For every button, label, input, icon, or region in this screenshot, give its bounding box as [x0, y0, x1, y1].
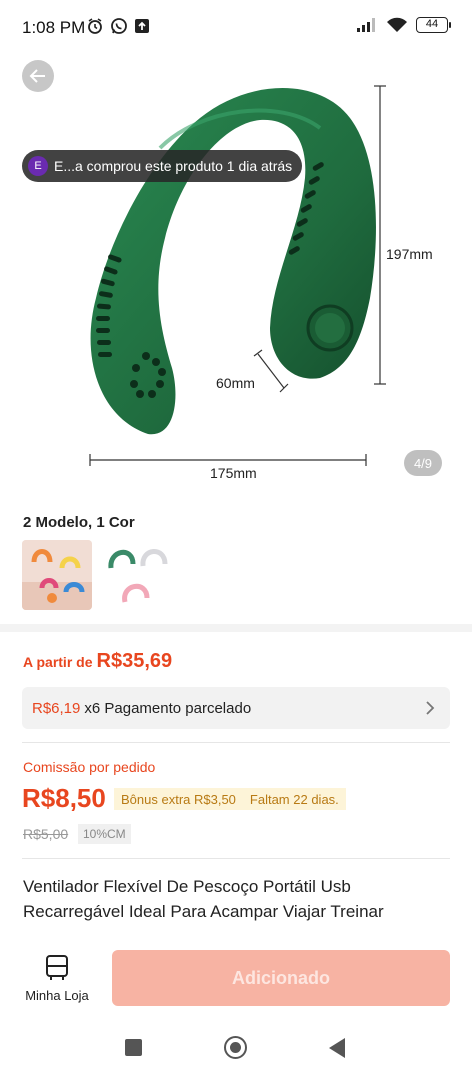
status-bar: 1:08 PM 44 [0, 0, 472, 56]
product-title: Ventilador Flexível De Pescoço Portátil … [23, 877, 384, 921]
battery-indicator: 44 [416, 17, 451, 33]
home-button[interactable] [224, 1036, 247, 1059]
wifi-icon [387, 17, 407, 32]
commission-value: R$8,50 [22, 783, 106, 813]
upload-icon [135, 19, 149, 33]
image-page-counter: 4/9 [404, 450, 442, 476]
dimension-depth-label: 60mm [216, 375, 255, 391]
back-button[interactable] [22, 60, 54, 92]
commission-rate-badge: 10%CM [78, 824, 131, 844]
section-separator [0, 624, 472, 632]
bonus-badge: Bônus extra R$3,50 Faltam 22 dias. [114, 788, 346, 810]
divider [22, 742, 450, 743]
old-commission-value: R$5,00 [23, 826, 69, 842]
status-notification-icons [86, 17, 150, 35]
my-store-button[interactable]: Minha Loja [18, 954, 96, 1008]
recent-purchase-toast: E E...a comprou este produto 1 dia atrás [22, 150, 303, 182]
signal-icon [357, 18, 375, 32]
recents-button[interactable] [125, 1039, 142, 1056]
store-icon [46, 955, 68, 980]
variant-image-2 [108, 549, 168, 603]
installment-value: R$6,19 [32, 699, 81, 717]
whatsapp-icon [111, 18, 127, 34]
status-time: 1:08 PM [22, 18, 86, 37]
variant-image-1 [22, 540, 92, 610]
variant-thumb-1[interactable] [22, 540, 92, 610]
product-image [89, 85, 386, 466]
commission-label: Comissão por pedido [23, 759, 156, 775]
bonus-text: Bônus extra R$3,50 [121, 791, 236, 807]
installment-row[interactable]: R$6,19 x6 Pagamento parcelado [22, 687, 450, 729]
installment-text: x6 Pagamento parcelado [84, 699, 252, 717]
recent-purchase-text: E...a comprou este produto 1 dia atrás [54, 158, 293, 174]
bottom-action-bar: Minha Loja Adicionado [0, 940, 472, 1020]
chevron-right-icon [426, 701, 435, 715]
price-value: R$35,69 [96, 650, 173, 672]
divider [22, 858, 450, 859]
variant-selector: 2 Modelo, 1 Cor [0, 502, 472, 624]
variants-title: 2 Modelo, 1 Cor [23, 514, 135, 531]
system-nav-bar [0, 1020, 472, 1076]
buyer-avatar: E [28, 156, 48, 176]
added-button[interactable]: Adicionado [112, 950, 450, 1006]
price-line: A partir de R$35,69 [23, 650, 172, 673]
price-prefix: A partir de [23, 654, 93, 670]
variant-thumb-2[interactable] [103, 540, 173, 610]
system-back-button[interactable] [329, 1038, 345, 1058]
status-system-icons: 44 [356, 17, 451, 33]
dimension-width-label: 175mm [210, 465, 257, 481]
alarm-icon [88, 18, 102, 34]
days-left-text: Faltam 22 dias. [249, 791, 339, 807]
my-store-label: Minha Loja [25, 988, 89, 1003]
product-image-carousel[interactable]: 197mm 60mm 175mm [0, 38, 472, 502]
back-arrow-icon [29, 69, 45, 83]
dimension-height-label: 197mm [386, 246, 433, 262]
